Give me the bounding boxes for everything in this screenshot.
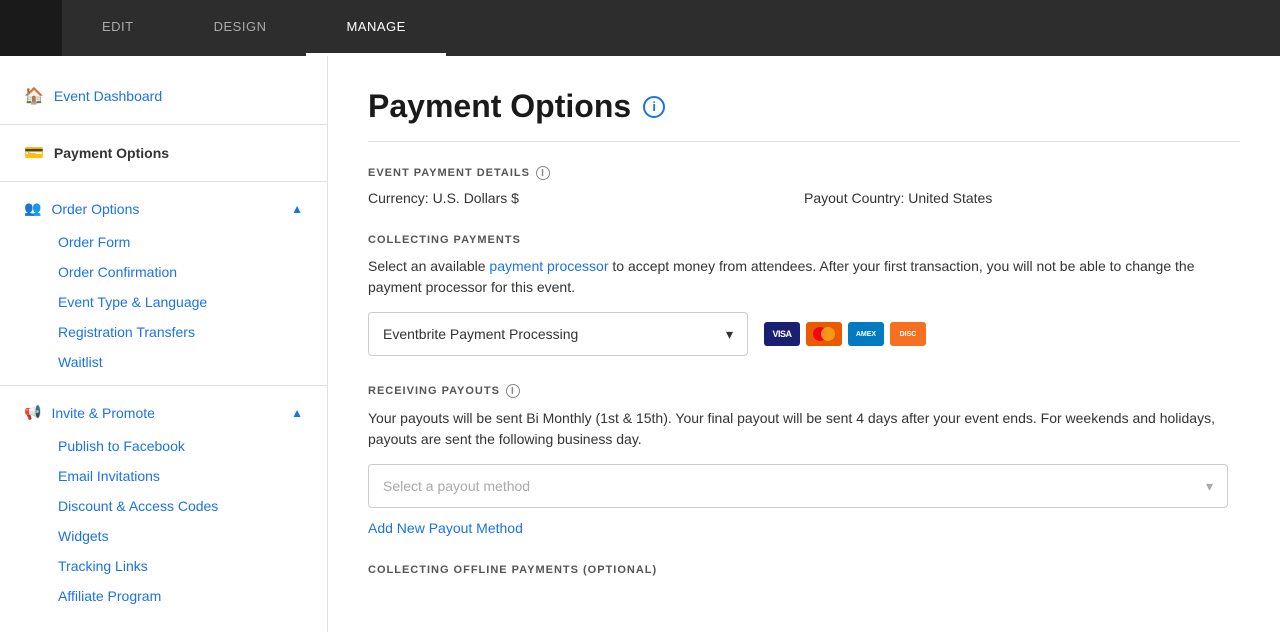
receiving-payouts-section: RECEIVING PAYOUTS i Your payouts will be…: [368, 384, 1240, 536]
sidebar-item-tracking-links[interactable]: Tracking Links: [0, 551, 327, 581]
sidebar-item-event-dashboard[interactable]: 🏠 Event Dashboard: [0, 76, 327, 116]
order-options-sub-items: Order Form Order Confirmation Event Type…: [0, 227, 327, 377]
sidebar-item-affiliate-program[interactable]: Affiliate Program: [0, 581, 327, 611]
payment-processor-dropdown[interactable]: Eventbrite Payment Processing ▾: [368, 312, 748, 356]
sidebar-item-publish-facebook[interactable]: Publish to Facebook: [0, 431, 327, 461]
add-payout-method-link[interactable]: Add New Payout Method: [368, 520, 523, 536]
discover-icon: DISC: [890, 322, 926, 346]
collecting-offline-section: COLLECTING OFFLINE PAYMENTS (OPTIONAL): [368, 564, 1240, 576]
payout-country-label: Payout Country: United States: [804, 190, 1240, 206]
currency-label: Currency: U.S. Dollars $: [368, 190, 804, 206]
tab-manage[interactable]: MANAGE: [306, 0, 445, 56]
order-options-label: Order Options: [51, 201, 139, 217]
amex-icon: AMEX: [848, 322, 884, 346]
home-icon: 🏠: [24, 86, 44, 106]
sidebar-divider-2: [0, 181, 327, 182]
mastercard-svg: [812, 326, 836, 342]
tab-edit[interactable]: EDIT: [62, 0, 174, 56]
payment-processor-row: Eventbrite Payment Processing ▾ VISA AME…: [368, 312, 1240, 356]
sidebar-section-order-options[interactable]: 👥 Order Options ▲: [0, 190, 327, 227]
receiving-payouts-title: RECEIVING PAYOUTS i: [368, 384, 1240, 398]
card-icons-row: VISA AMEX DISC: [764, 322, 926, 346]
page-title-row: Payment Options i: [368, 88, 1240, 142]
collecting-offline-title: COLLECTING OFFLINE PAYMENTS (OPTIONAL): [368, 564, 1240, 576]
page-title: Payment Options: [368, 88, 631, 125]
payment-processor-link[interactable]: payment processor: [489, 258, 608, 274]
top-navigation: EDIT DESIGN MANAGE: [0, 0, 1280, 56]
main-layout: 🏠 Event Dashboard 💳 Payment Options 👥 Or…: [0, 56, 1280, 632]
sidebar-item-order-confirmation[interactable]: Order Confirmation: [0, 257, 327, 287]
main-content: Payment Options i EVENT PAYMENT DETAILS …: [328, 56, 1280, 632]
sidebar-item-email-invitations[interactable]: Email Invitations: [0, 461, 327, 491]
collecting-payments-section: COLLECTING PAYMENTS Select an available …: [368, 234, 1240, 356]
collecting-payments-description: Select an available payment processor to…: [368, 256, 1240, 298]
dropdown-chevron-icon: ▾: [726, 326, 733, 343]
event-payment-details-title: EVENT PAYMENT DETAILS i: [368, 166, 1240, 180]
payment-processor-value: Eventbrite Payment Processing: [383, 326, 578, 342]
event-payment-details-section: EVENT PAYMENT DETAILS i Currency: U.S. D…: [368, 166, 1240, 206]
event-payment-info-icon[interactable]: i: [536, 166, 550, 180]
sidebar-event-dashboard-label: Event Dashboard: [54, 88, 162, 104]
payout-method-dropdown[interactable]: Select a payout method ▾: [368, 464, 1228, 508]
invite-promote-sub-items: Publish to Facebook Email Invitations Di…: [0, 431, 327, 611]
sidebar-item-discount-access-codes[interactable]: Discount & Access Codes: [0, 491, 327, 521]
megaphone-icon: 📢: [24, 404, 41, 421]
page-info-icon[interactable]: i: [643, 96, 665, 118]
sidebar-item-payment-options[interactable]: 💳 Payment Options: [0, 133, 327, 173]
currency-row: Currency: U.S. Dollars $ Payout Country:…: [368, 190, 1240, 206]
sidebar-item-event-type-language[interactable]: Event Type & Language: [0, 287, 327, 317]
chevron-up-icon: ▲: [291, 202, 303, 216]
sidebar-payment-options-label: Payment Options: [54, 145, 169, 161]
tab-design[interactable]: DESIGN: [174, 0, 307, 56]
sidebar-divider-3: [0, 385, 327, 386]
nav-spacer: [0, 0, 62, 56]
sidebar-divider-1: [0, 124, 327, 125]
receiving-payouts-info-icon[interactable]: i: [506, 384, 520, 398]
chevron-down-icon: ▲: [291, 406, 303, 420]
sidebar-item-registration-transfers[interactable]: Registration Transfers: [0, 317, 327, 347]
sidebar-item-waitlist[interactable]: Waitlist: [0, 347, 327, 377]
card-icon-sidebar: 💳: [24, 143, 44, 163]
mastercard-icon: [806, 322, 842, 346]
payout-dropdown-chevron-icon: ▾: [1206, 478, 1213, 495]
sidebar-item-order-form[interactable]: Order Form: [0, 227, 327, 257]
order-icon: 👥: [24, 200, 41, 217]
sidebar-item-widgets[interactable]: Widgets: [0, 521, 327, 551]
receiving-payouts-description: Your payouts will be sent Bi Monthly (1s…: [368, 408, 1240, 450]
visa-icon: VISA: [764, 322, 800, 346]
invite-promote-label: Invite & Promote: [51, 405, 155, 421]
payout-method-placeholder: Select a payout method: [383, 478, 530, 494]
collecting-payments-title: COLLECTING PAYMENTS: [368, 234, 1240, 246]
sidebar: 🏠 Event Dashboard 💳 Payment Options 👥 Or…: [0, 56, 328, 632]
sidebar-section-invite-promote[interactable]: 📢 Invite & Promote ▲: [0, 394, 327, 431]
